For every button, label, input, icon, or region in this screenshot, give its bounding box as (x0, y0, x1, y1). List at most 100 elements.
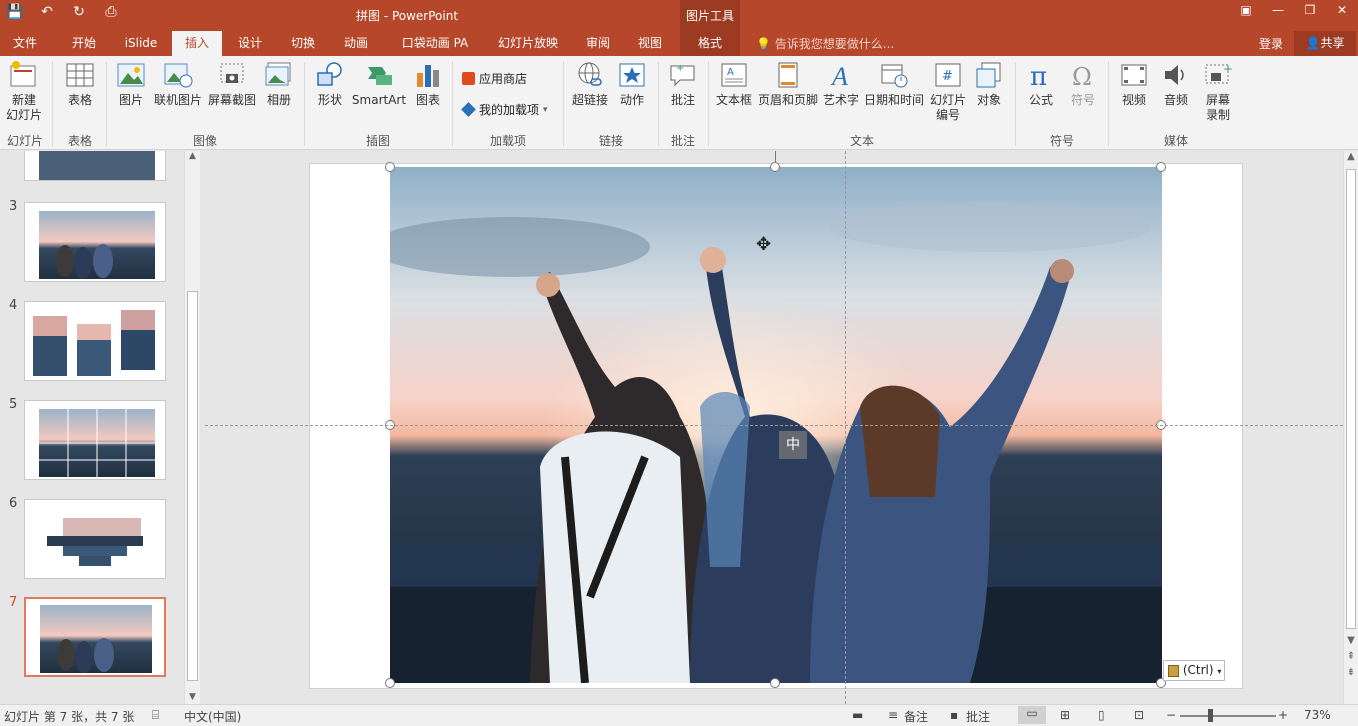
comments-button[interactable]: 批注 (966, 708, 990, 725)
slide-editing-area[interactable]: 中 ✥ (Ctrl) ▾ (205, 151, 1343, 704)
slide-number-button[interactable]: # 幻灯片 编号 (928, 60, 968, 123)
resize-handle-top[interactable] (770, 162, 780, 172)
video-label: 视频 (1121, 93, 1146, 107)
share-button[interactable]: 👤共享 (1294, 31, 1356, 56)
tab-pocket-animation[interactable]: 口袋动画 PA (392, 31, 478, 56)
reading-view-icon[interactable]: ▯ (1098, 708, 1105, 722)
scroll-thumb[interactable] (1346, 169, 1356, 629)
slide-thumbnail-5[interactable] (24, 400, 166, 480)
my-addins-button[interactable]: 我的加载项 ▾ (461, 101, 548, 118)
tab-file[interactable]: 文件 (0, 31, 50, 56)
ribbon-display-icon[interactable]: ▣ (1230, 0, 1262, 22)
resize-handle-bottom-left[interactable] (385, 678, 395, 688)
video-button[interactable]: 视频 (1114, 60, 1154, 108)
table-button[interactable]: 表格 (60, 60, 100, 108)
scroll-up-icon[interactable]: ▲ (1344, 151, 1358, 162)
quick-access-toolbar: 💾 ↶ ↻ ⎙ (4, 4, 122, 20)
scroll-down-icon[interactable]: ▼ (1344, 635, 1358, 646)
slideshow-icon[interactable]: ⊡ (1134, 708, 1144, 722)
notes-button[interactable]: 备注 (904, 708, 928, 725)
hyperlink-icon (575, 60, 605, 90)
album-button[interactable]: 相册 (260, 60, 298, 108)
slide-thumbnail-2[interactable] (24, 151, 166, 181)
redo-icon[interactable]: ↻ (68, 4, 90, 20)
prev-slide-icon[interactable]: ⇞ (1344, 651, 1358, 662)
equation-button[interactable]: π 公式 (1022, 60, 1060, 108)
scroll-thumb[interactable] (187, 291, 198, 681)
wordart-label: 艺术字 (822, 93, 859, 107)
symbol-label: 符号 (1070, 93, 1095, 107)
spellcheck-icon[interactable]: ⌸ (152, 708, 159, 723)
header-footer-button[interactable]: 页眉和页脚 (756, 60, 820, 108)
resize-handle-top-left[interactable] (385, 162, 395, 172)
slide-number: 4 (9, 298, 18, 313)
tab-review[interactable]: 审阅 (576, 31, 620, 56)
group-separator (563, 62, 564, 146)
save-icon[interactable]: 💾 (4, 4, 26, 20)
tell-me-box[interactable]: 💡 告诉我您想要做什么... (756, 35, 894, 52)
thumbnail-scrollbar[interactable]: ▲ ▼ (184, 151, 200, 704)
slide-thumbnail-3[interactable] (24, 202, 166, 282)
resize-handle-bottom[interactable] (770, 678, 780, 688)
slide-thumbnail-4[interactable] (24, 301, 166, 381)
screenshot-button[interactable]: 屏幕截图 (206, 60, 258, 108)
picture-button[interactable]: 图片 (112, 60, 150, 108)
close-icon[interactable]: ✕ (1326, 0, 1358, 22)
smart-guide-horizontal (205, 425, 1343, 426)
notes-icon[interactable]: ▬ (852, 708, 863, 722)
zoom-in-icon[interactable]: + (1278, 708, 1288, 722)
tab-animations[interactable]: 动画 (332, 31, 380, 56)
textbox-button[interactable]: A 文本框 (714, 60, 754, 108)
slide-sorter-icon[interactable]: ⊞ (1060, 708, 1070, 722)
tab-home[interactable]: 开始 (60, 31, 108, 56)
screen-record-button[interactable]: + 屏幕 录制 (1198, 60, 1238, 123)
slide-thumbnail-7[interactable] (24, 597, 166, 677)
group-label-comments: 批注 (670, 134, 695, 148)
language-status[interactable]: 中文(中国) (184, 708, 241, 725)
zoom-out-icon[interactable]: − (1166, 708, 1176, 722)
store-button[interactable]: 应用商店 (462, 70, 527, 87)
tab-format[interactable]: 格式 (680, 31, 740, 56)
comment-button[interactable]: + 批注 (664, 60, 702, 108)
action-button[interactable]: 动作 (614, 60, 650, 108)
audio-button[interactable]: 音频 (1156, 60, 1196, 108)
hyperlink-button[interactable]: 超链接 (570, 60, 610, 108)
tab-slideshow[interactable]: 幻灯片放映 (490, 31, 566, 56)
present-icon[interactable]: ⎙ (100, 4, 122, 20)
undo-icon[interactable]: ↶ (36, 4, 58, 20)
paste-options-button[interactable]: (Ctrl) ▾ (1163, 660, 1225, 681)
zoom-slider-thumb[interactable] (1208, 709, 1213, 722)
object-button[interactable]: 对象 (970, 60, 1008, 108)
restore-icon[interactable]: ❐ (1294, 0, 1326, 22)
resize-handle-top-right[interactable] (1156, 162, 1166, 172)
svg-text:#: # (942, 69, 953, 84)
slide-thumbnail-6[interactable] (24, 499, 166, 579)
zoom-slider[interactable] (1180, 715, 1276, 717)
tell-me-text: 告诉我您想要做什么... (774, 37, 895, 51)
symbol-button[interactable]: Ω 符号 (1064, 60, 1102, 108)
zoom-level[interactable]: 73% (1304, 708, 1331, 722)
tab-transitions[interactable]: 切换 (279, 31, 327, 56)
chart-button[interactable]: 图表 (410, 60, 446, 108)
next-slide-icon[interactable]: ⇟ (1344, 667, 1358, 678)
canvas-scrollbar[interactable]: ▲ ▼ ⇞ ⇟ (1343, 151, 1358, 704)
tab-insert[interactable]: 插入 (172, 31, 222, 56)
login-link[interactable]: 登录 (1259, 35, 1283, 52)
screen-record-icon: + (1203, 60, 1233, 90)
tab-design[interactable]: 设计 (226, 31, 274, 56)
new-slide-button[interactable]: 新建 幻灯片 (2, 60, 46, 123)
normal-view-icon[interactable]: ▭ (1018, 706, 1046, 724)
online-picture-button[interactable]: 联机图片 (152, 60, 204, 108)
tab-islide[interactable]: iSlide (116, 31, 166, 56)
scroll-up-icon[interactable]: ▲ (185, 151, 200, 161)
smartart-button[interactable]: SmartArt (352, 60, 406, 108)
slide-number: 6 (9, 496, 18, 511)
wordart-button[interactable]: A 艺术字 (822, 60, 860, 108)
svg-text:+: + (676, 63, 684, 74)
window-controls: ▣ — ❐ ✕ (1230, 0, 1358, 22)
shapes-button[interactable]: 形状 (310, 60, 350, 108)
scroll-down-icon[interactable]: ▼ (185, 692, 200, 702)
minimize-icon[interactable]: — (1262, 0, 1294, 22)
tab-view[interactable]: 视图 (628, 31, 672, 56)
datetime-button[interactable]: 日期和时间 (862, 60, 926, 108)
